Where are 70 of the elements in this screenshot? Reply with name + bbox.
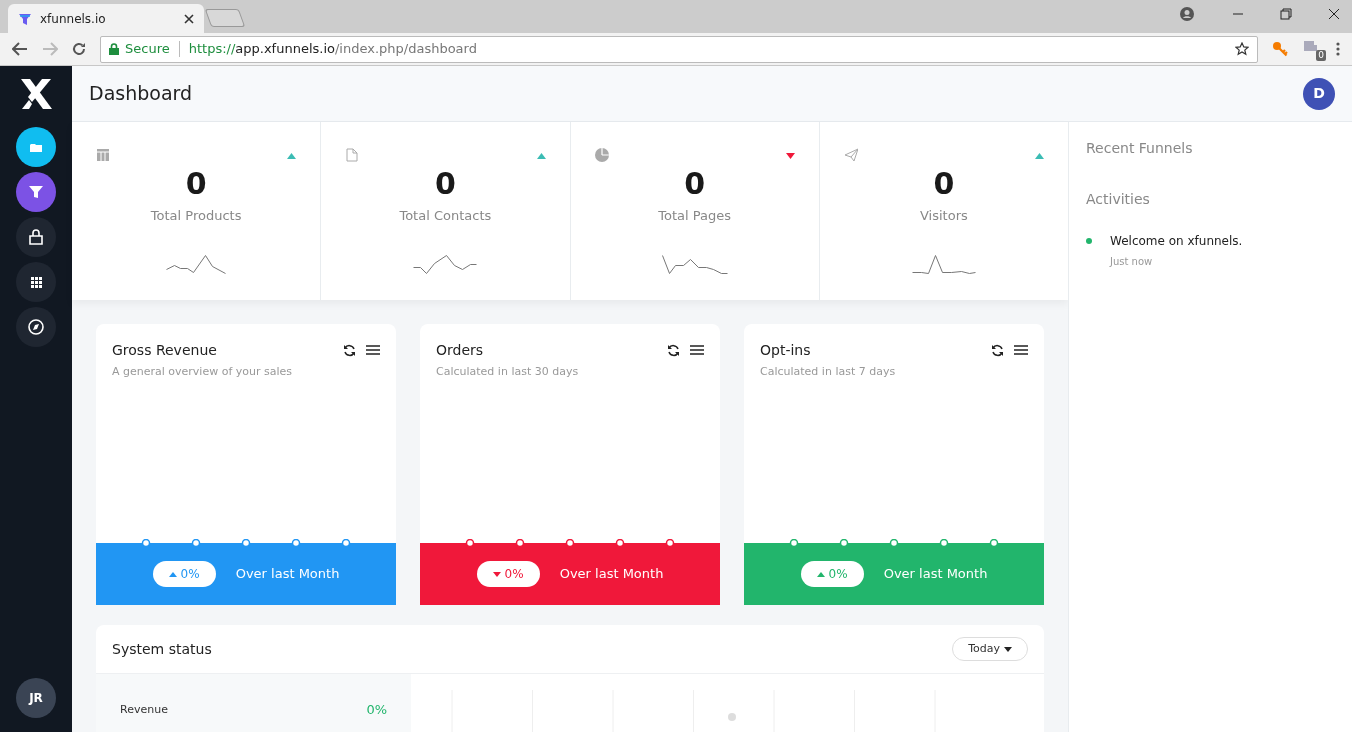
- sparkline: [661, 254, 728, 274]
- file-icon: [345, 148, 360, 162]
- section-title: Activities: [1086, 190, 1151, 209]
- section-title: Recent Funnels: [1086, 139, 1194, 158]
- footer-caption: Over last Month: [559, 565, 664, 584]
- pie-icon: [594, 148, 609, 162]
- stat-label: Total Contacts: [399, 207, 492, 225]
- profile-avatar[interactable]: D: [1303, 77, 1335, 110]
- table-icon: [96, 148, 110, 162]
- url-text: https://app.xfunnels.io/index.php/dashboard: [188, 40, 478, 59]
- menu-icon: [1014, 344, 1028, 356]
- restore-icon: [1280, 8, 1292, 20]
- stat-value: 0: [434, 166, 456, 202]
- refresh-icon: [991, 344, 1004, 357]
- browser-tab[interactable]: xfunnels.io: [8, 4, 204, 33]
- sidebar-nav-button[interactable]: [16, 307, 56, 347]
- forward-icon: [42, 42, 58, 56]
- refresh-icon: [343, 344, 356, 357]
- sidebar-nav-button[interactable]: [16, 172, 56, 212]
- stat-value: 0: [684, 166, 706, 202]
- activity-time: Just now: [1110, 255, 1154, 269]
- menu-icon: [366, 344, 380, 356]
- menu-icon: [690, 344, 704, 356]
- activity-text: Welcome on xfunnels.: [1110, 233, 1243, 250]
- page-title: Dashboard: [89, 81, 193, 107]
- plane-icon: [843, 148, 858, 162]
- card-subtitle: A general overview of your sales: [112, 364, 293, 380]
- card-title: Opt-ins: [760, 341, 812, 360]
- extension-badge: 0: [1316, 50, 1326, 61]
- card-title: Gross Revenue: [112, 341, 218, 360]
- status-value: 0%: [366, 701, 387, 719]
- tab-title: xfunnels.io: [40, 10, 107, 28]
- more-icon: [1336, 42, 1340, 56]
- lock-icon: [109, 43, 119, 55]
- address-field[interactable]: Secure https://app.xfunnels.io/index.php/dashboard: [100, 35, 1258, 63]
- change-badge: 0%: [476, 561, 540, 587]
- footer-caption: Over last Month: [235, 565, 340, 584]
- change-badge: 0%: [800, 561, 864, 587]
- stat-label: Total Products: [150, 207, 242, 225]
- secure-label: Secure: [125, 40, 170, 59]
- back-icon: [12, 42, 28, 56]
- user-avatar[interactable]: JR: [16, 678, 56, 718]
- star-icon: [1235, 42, 1249, 56]
- stat-value: 0: [185, 166, 207, 202]
- sparkline: [911, 254, 976, 274]
- sidebar-nav-button[interactable]: [16, 262, 56, 302]
- funnel-logo-icon: [18, 11, 32, 26]
- card-subtitle: Calculated in last 30 days: [436, 364, 579, 380]
- stat-label: Total Pages: [658, 207, 731, 225]
- profile-icon: [1180, 7, 1194, 21]
- reload-icon: [72, 42, 86, 56]
- status-label: Revenue: [120, 701, 168, 718]
- key-icon: [1272, 41, 1288, 57]
- card-subtitle: Calculated in last 7 days: [760, 364, 896, 380]
- sidebar-nav-button[interactable]: [16, 217, 56, 257]
- close-icon: [184, 13, 194, 24]
- stat-label: Visitors: [920, 207, 968, 225]
- caret-down-icon: [1004, 646, 1012, 652]
- sparkline: [166, 254, 227, 274]
- logo-icon: [19, 78, 53, 110]
- stat-value: 0: [933, 166, 955, 202]
- sidebar-nav-button[interactable]: [16, 127, 56, 167]
- close-icon: [1328, 8, 1340, 20]
- card-title: Orders: [436, 341, 485, 360]
- compass-icon: [26, 317, 46, 337]
- refresh-icon: [667, 344, 680, 357]
- card-title: System status: [112, 639, 212, 659]
- sparkline: [413, 254, 478, 274]
- change-badge: 0%: [152, 561, 216, 587]
- footer-caption: Over last Month: [883, 565, 988, 584]
